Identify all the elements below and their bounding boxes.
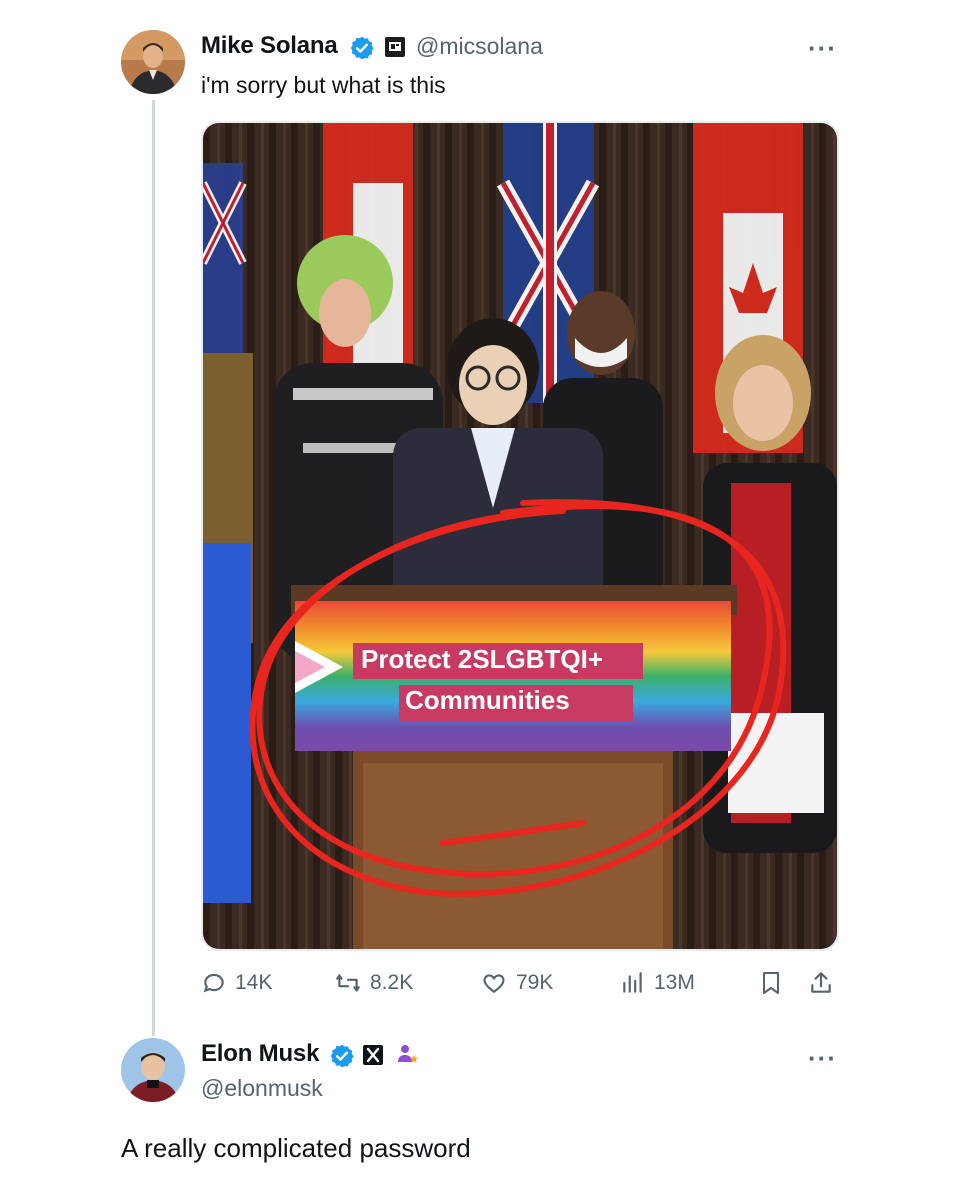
like-count: 79K bbox=[516, 971, 554, 994]
author-handle[interactable]: @elonmusk bbox=[201, 1075, 323, 1102]
more-icon[interactable]: ··· bbox=[808, 1043, 837, 1074]
thread-connector-line bbox=[152, 100, 155, 1036]
avatar-mike-solana[interactable] bbox=[121, 30, 185, 94]
like-icon bbox=[483, 974, 505, 993]
affiliate-badge-icon bbox=[395, 1042, 421, 1073]
affiliate-badge-icon bbox=[384, 36, 406, 63]
reply-button[interactable]: 14K bbox=[201, 970, 272, 996]
reply-icon bbox=[203, 973, 224, 993]
x-logo-icon bbox=[362, 1044, 384, 1071]
tweet-text: i'm sorry but what is this bbox=[201, 72, 446, 98]
tweet-text: A really complicated password bbox=[121, 1133, 471, 1163]
share-icon[interactable] bbox=[808, 970, 834, 1001]
views-button[interactable]: 13M bbox=[620, 970, 695, 996]
author-handle[interactable]: @micsolana bbox=[416, 33, 543, 60]
retweet-button[interactable]: 8.2K bbox=[334, 970, 413, 996]
author-name[interactable]: Mike Solana bbox=[201, 32, 338, 60]
views-icon bbox=[623, 972, 642, 993]
podium-sign-line1: Protect 2SLGBTQI+ bbox=[361, 644, 603, 674]
retweet-icon bbox=[336, 974, 360, 992]
author-name[interactable]: Elon Musk bbox=[201, 1040, 319, 1068]
press-conference-photo: Protect 2SLGBTQI+ Communities bbox=[203, 123, 837, 949]
verified-badge-icon bbox=[349, 35, 375, 66]
bookmark-icon[interactable] bbox=[759, 970, 783, 1001]
podium-sign-line2: Communities bbox=[405, 685, 570, 715]
verified-badge-icon bbox=[329, 1043, 355, 1074]
retweet-count: 8.2K bbox=[370, 971, 414, 994]
views-count: 13M bbox=[654, 971, 695, 994]
like-button[interactable]: 79K bbox=[480, 970, 553, 996]
tweet-media-image[interactable]: Protect 2SLGBTQI+ Communities bbox=[201, 121, 839, 951]
reply-count: 14K bbox=[235, 971, 273, 994]
more-icon[interactable]: ··· bbox=[808, 33, 837, 64]
avatar-elon-musk[interactable] bbox=[121, 1038, 185, 1102]
